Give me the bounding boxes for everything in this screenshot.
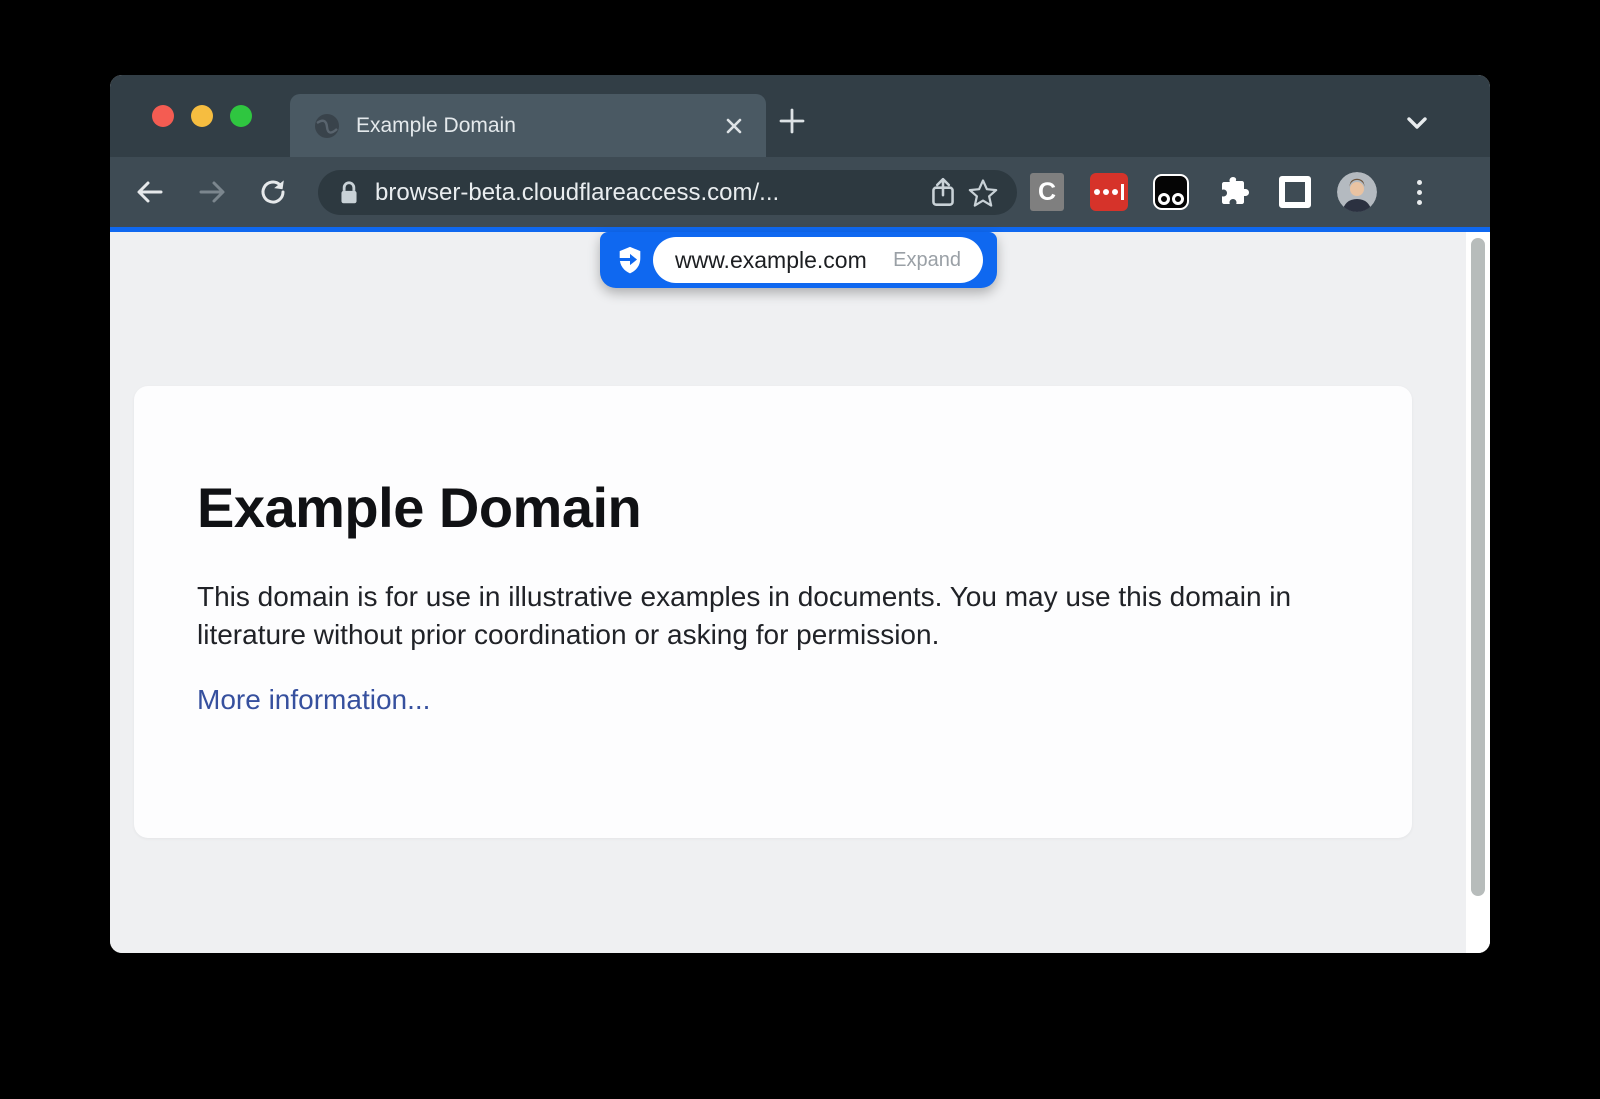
- side-panel-button[interactable]: [1273, 170, 1317, 214]
- globe-favicon-icon: [314, 113, 340, 139]
- back-icon: [134, 176, 166, 208]
- url-text: browser-beta.cloudflareaccess.com/...: [375, 179, 923, 207]
- shield-arrow-icon: [615, 245, 645, 275]
- goggles-icon: [1153, 174, 1189, 210]
- page-heading: Example Domain: [197, 480, 1349, 536]
- reload-button[interactable]: [251, 170, 295, 214]
- back-button[interactable]: [128, 170, 172, 214]
- side-panel-icon: [1279, 176, 1311, 208]
- browser-toolbar: browser-beta.cloudflareaccess.com/... C: [110, 157, 1490, 227]
- browser-window: Example Domain: [110, 75, 1490, 953]
- share-button[interactable]: [923, 173, 963, 213]
- three-dot-menu-icon: [1417, 180, 1422, 205]
- profile-avatar: [1337, 172, 1377, 212]
- extension-c-icon: C: [1030, 173, 1064, 211]
- page-paragraph: This domain is for use in illustrative e…: [197, 578, 1347, 654]
- screenshot-stage: Example Domain: [0, 0, 1600, 1099]
- isolation-hostname-pill[interactable]: www.example.com Expand: [653, 237, 983, 283]
- window-minimize-button[interactable]: [191, 105, 213, 127]
- active-tab[interactable]: Example Domain: [290, 94, 766, 157]
- extension-lastpass-button[interactable]: [1087, 170, 1131, 214]
- expand-button[interactable]: Expand: [893, 249, 961, 272]
- lock-icon: [338, 179, 360, 207]
- bookmark-button[interactable]: [963, 173, 1003, 213]
- share-icon: [928, 176, 958, 210]
- forward-button[interactable]: [190, 170, 234, 214]
- scrollbar-thumb[interactable]: [1471, 238, 1485, 896]
- extensions-puzzle-icon: [1215, 174, 1251, 210]
- window-close-button[interactable]: [152, 105, 174, 127]
- scrollbar-track[interactable]: [1466, 232, 1490, 953]
- address-bar[interactable]: browser-beta.cloudflareaccess.com/...: [318, 170, 1017, 215]
- extension-c-button[interactable]: C: [1025, 170, 1069, 214]
- profile-button[interactable]: [1335, 170, 1379, 214]
- forward-icon: [196, 176, 228, 208]
- window-zoom-button[interactable]: [230, 105, 252, 127]
- example-domain-card: Example Domain This domain is for use in…: [134, 386, 1412, 838]
- tab-search-chevron-icon[interactable]: [1397, 103, 1437, 143]
- lastpass-icon: [1090, 173, 1128, 211]
- isolated-hostname: www.example.com: [675, 247, 867, 274]
- tab-title: Example Domain: [356, 114, 720, 138]
- extension-goggles-button[interactable]: [1149, 170, 1193, 214]
- tab-close-icon[interactable]: [720, 112, 748, 140]
- tab-strip: Example Domain: [110, 75, 1490, 157]
- extensions-menu-button[interactable]: [1211, 170, 1255, 214]
- more-information-link[interactable]: More information...: [197, 684, 430, 716]
- extensions-row: C: [1025, 170, 1459, 214]
- isolation-badge: www.example.com Expand: [600, 232, 997, 288]
- new-tab-button[interactable]: [772, 101, 812, 141]
- browser-menu-button[interactable]: [1397, 170, 1441, 214]
- page-content: www.example.com Expand Example Domain Th…: [110, 232, 1490, 953]
- reload-icon: [257, 176, 289, 208]
- window-controls: [152, 105, 252, 127]
- bookmark-star-icon: [967, 177, 999, 209]
